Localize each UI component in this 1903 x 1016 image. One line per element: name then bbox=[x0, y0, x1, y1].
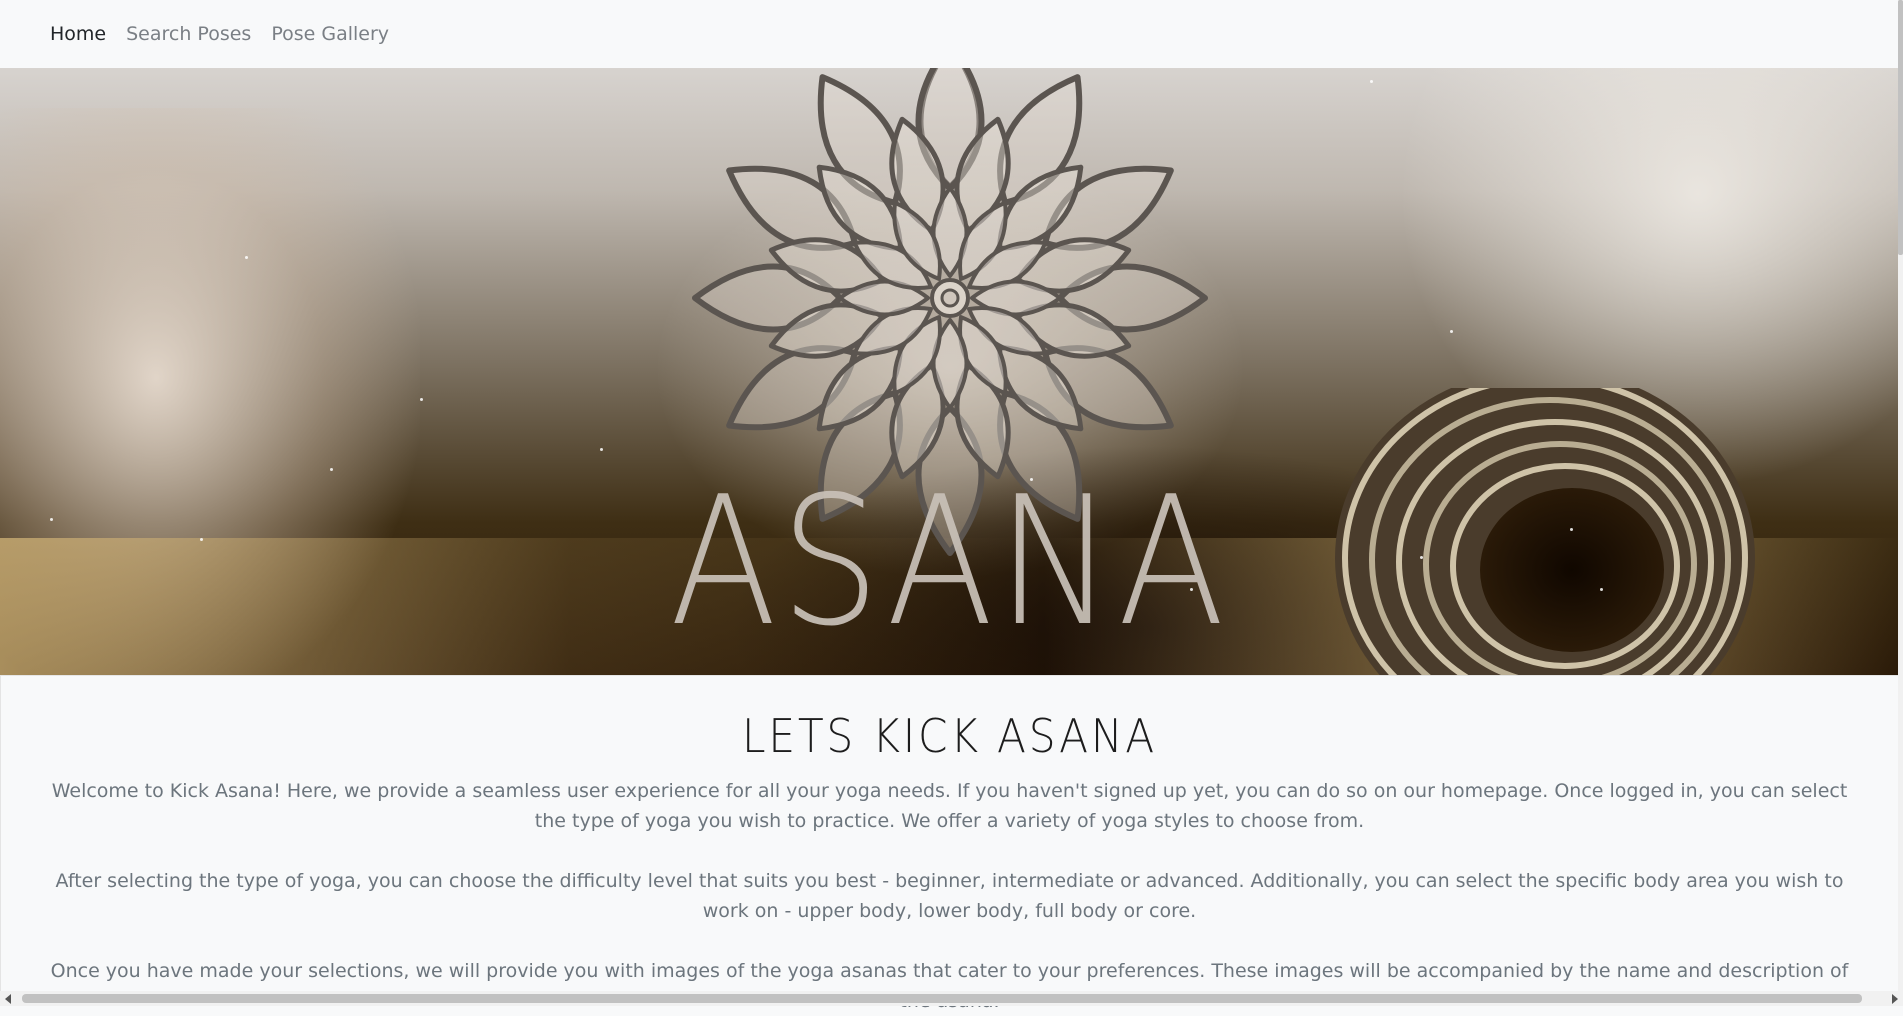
vertical-scrollbar-thumb[interactable] bbox=[1898, 0, 1903, 255]
intro-paragraph-2: After selecting the type of yoga, you ca… bbox=[55, 870, 1844, 922]
intro-paragraph-3: Once you have made your selections, we w… bbox=[50, 960, 1849, 1012]
page-title: LETS KICK ASANA bbox=[741, 709, 1158, 763]
vertical-scrollbar[interactable] bbox=[1898, 0, 1903, 991]
top-navbar: Home Search Poses Pose Gallery bbox=[0, 0, 1903, 68]
scroll-right-arrow-icon[interactable] bbox=[1892, 994, 1898, 1004]
nav-search-poses-link[interactable]: Search Poses bbox=[126, 23, 251, 45]
intro-section: LETS KICK ASANA Welcome to Kick Asana! H… bbox=[0, 675, 1898, 1012]
intro-paragraph-1: Welcome to Kick Asana! Here, we provide … bbox=[51, 780, 1848, 832]
nav-home-link[interactable]: Home bbox=[50, 23, 106, 45]
scroll-left-arrow-icon[interactable] bbox=[5, 994, 11, 1004]
horizontal-scrollbar-thumb[interactable] bbox=[22, 994, 1862, 1003]
nav-pose-gallery-link[interactable]: Pose Gallery bbox=[271, 23, 389, 45]
hero-asana-wordmark: ASANA bbox=[669, 458, 1229, 665]
hero-banner: ASANA bbox=[0, 68, 1898, 675]
horizontal-scrollbar[interactable] bbox=[0, 991, 1903, 1006]
